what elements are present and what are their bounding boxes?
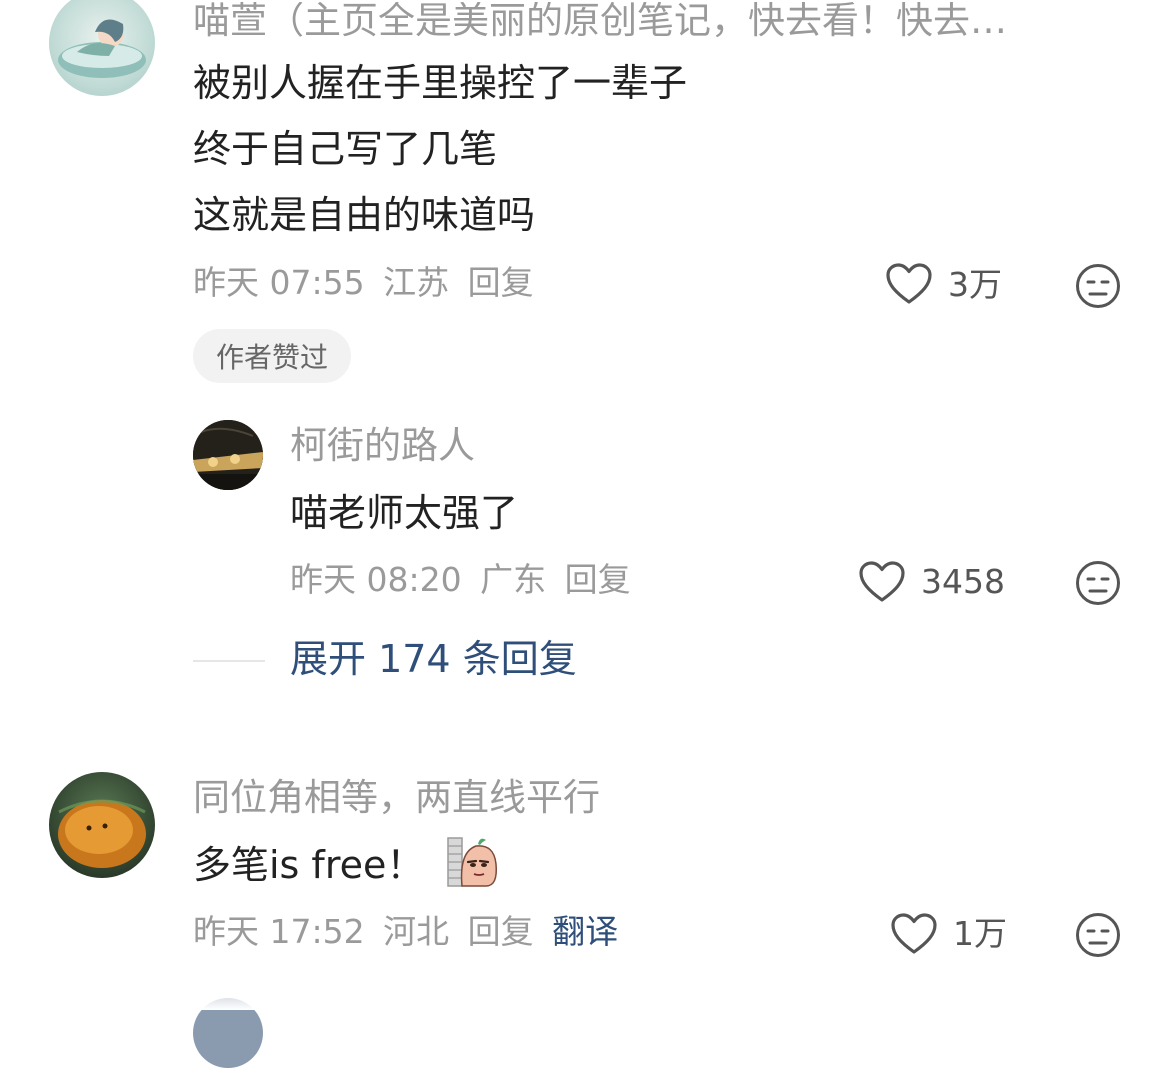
comment-username[interactable]: 同位角相等，两直线平行	[193, 779, 600, 816]
comment-location: 广东	[480, 560, 547, 599]
comment-location: 江苏	[383, 263, 450, 302]
dislike-button[interactable]	[1075, 560, 1121, 606]
like-count: 1万	[953, 914, 1007, 953]
expand-replies-button[interactable]: 展开 174 条回复	[290, 640, 577, 678]
comment-text-line: 多笔is free！	[193, 843, 425, 887]
peeking-potato-sticker	[446, 834, 500, 888]
comment-meta: 昨天 17:52 河北 回复 翻译	[193, 915, 626, 948]
like-button[interactable]	[858, 560, 906, 604]
reply-button[interactable]: 回复	[468, 912, 534, 951]
meh-face-icon	[1076, 561, 1120, 605]
translate-button[interactable]: 翻译	[552, 912, 618, 951]
avatar[interactable]	[49, 772, 155, 878]
comment-time: 昨天 17:52	[193, 912, 365, 951]
dislike-button[interactable]	[1075, 912, 1121, 958]
bottom-fade	[0, 984, 1170, 1010]
comment-time: 昨天 07:55	[193, 263, 365, 302]
comment-meta: 昨天 07:55 江苏 回复	[193, 266, 542, 299]
comment-location: 河北	[383, 912, 450, 951]
avatar[interactable]	[49, 0, 155, 96]
like-button[interactable]	[885, 262, 933, 306]
heart-outline-icon	[891, 913, 937, 954]
like-count: 3万	[948, 265, 1002, 304]
heart-outline-icon	[859, 561, 905, 602]
like-count: 3458	[921, 562, 1005, 601]
heart-outline-icon	[886, 263, 932, 304]
avatar[interactable]	[193, 420, 263, 490]
divider	[193, 660, 265, 662]
comment-meta: 昨天 08:20 广东 回复	[290, 563, 639, 596]
meh-face-icon	[1076, 913, 1120, 957]
comment-text-line: 这就是自由的味道吗	[193, 193, 536, 237]
like-button[interactable]	[890, 912, 938, 956]
comment-username[interactable]: 喵萱（主页全是美丽的原创笔记，快去看！快去…	[193, 2, 1133, 39]
author-liked-badge: 作者赞过	[193, 329, 351, 383]
comment-time: 昨天 08:20	[290, 560, 462, 599]
comment-username[interactable]: 柯街的路人	[290, 427, 475, 464]
meh-face-icon	[1076, 264, 1120, 308]
reply-button[interactable]: 回复	[468, 263, 534, 302]
dislike-button[interactable]	[1075, 263, 1121, 309]
reply-button[interactable]: 回复	[565, 560, 631, 599]
comment-text-line: 被别人握在手里操控了一辈子	[193, 61, 688, 105]
comment-text-line: 终于自己写了几笔	[193, 127, 498, 171]
comment-text-line: 喵老师太强了	[290, 491, 519, 535]
